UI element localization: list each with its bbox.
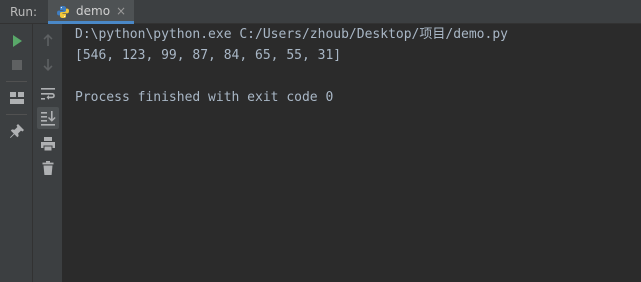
layout-icon[interactable]: [7, 88, 27, 108]
arrow-down-icon[interactable]: [38, 55, 58, 75]
python-icon: [56, 4, 70, 18]
run-label: Run:: [10, 5, 38, 19]
play-icon[interactable]: [7, 31, 27, 51]
console-line-command: D:\python\python.exe C:/Users/zhoub/Desk…: [75, 27, 508, 42]
stop-icon[interactable]: [7, 55, 27, 75]
toolbar-separator: [6, 81, 27, 82]
close-icon[interactable]: ×: [116, 3, 126, 19]
tab-label: demo: [76, 4, 111, 18]
console-output[interactable]: D:\python\python.exe C:/Users/zhoub/Desk…: [63, 24, 641, 282]
scroll-to-end-icon[interactable]: [38, 108, 58, 128]
console-line-output: [546, 123, 99, 87, 84, 65, 55, 31]: [75, 48, 342, 63]
arrow-up-icon[interactable]: [38, 30, 58, 50]
run-tool-window: Run: demo × D:\python\python.exe C:/User…: [0, 0, 641, 282]
run-header: Run: demo ×: [0, 0, 641, 24]
pin-icon[interactable]: [7, 121, 27, 141]
toolbar-separator: [6, 114, 27, 115]
run-actions-toolbar: [0, 24, 33, 282]
trash-icon[interactable]: [38, 158, 58, 178]
console-line-exit: Process finished with exit code 0: [75, 90, 334, 105]
tab-demo[interactable]: demo ×: [48, 0, 134, 24]
print-icon[interactable]: [38, 134, 58, 154]
soft-wrap-icon[interactable]: [38, 84, 58, 104]
